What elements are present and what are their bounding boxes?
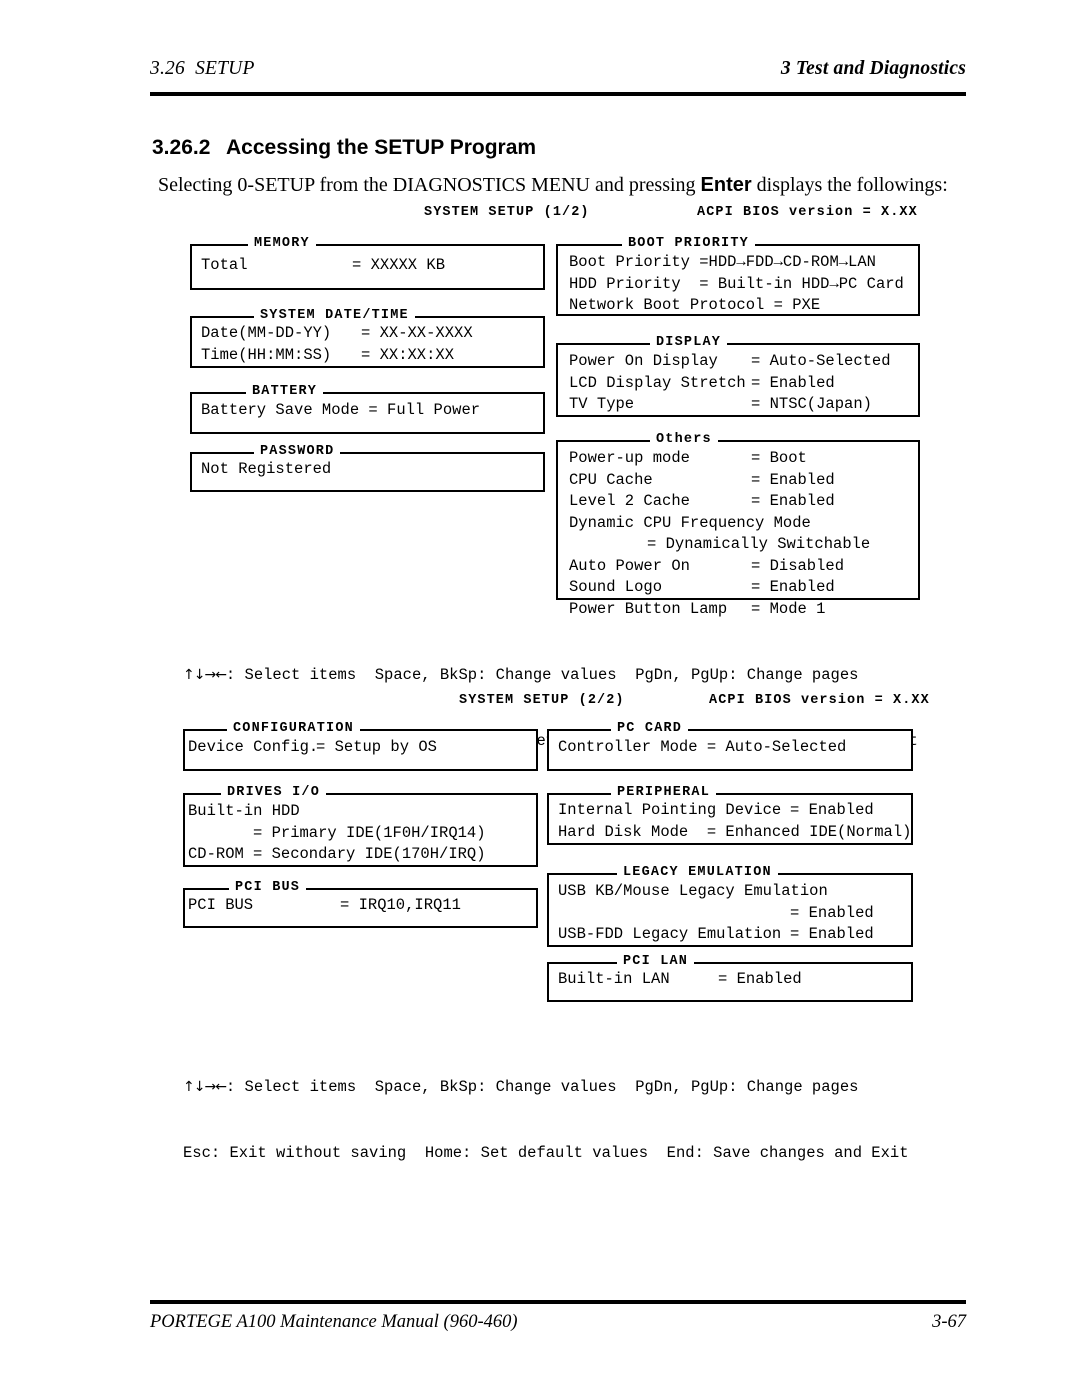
screen2-help-text: ↑↓→←: Select items Space, BkSp: Change v… [183,1032,909,1208]
panel-peripheral-rows: Internal Pointing Device = Enabled Hard D… [549,795,911,843]
setting-value: = Mode 1 [751,599,826,618]
setting-row: = Dynamically Switchable [569,534,918,556]
setting-key: Device Config. [188,738,319,756]
setting-value: = Enabled [790,801,874,819]
panel-pc-card-rows: Controller Mode = Auto-Selected [549,731,911,759]
panel-peripheral: PERIPHERAL Internal Pointing Device = Ena… [547,786,913,845]
setting-row: Power-up mode = Boot [569,448,918,470]
setting-key: CD-ROM [188,845,244,863]
help-line-1-text: : Select items Space, BkSp: Change value… [225,666,859,684]
setting-row: Dynamic CPU Frequency Mode [569,513,918,535]
setting-key: Internal Pointing Device [558,801,782,819]
setting-key: Level 2 Cache [569,492,690,510]
document-page: 3.26 SETUP 3 Test and Diagnostics 3.26.2… [0,0,1080,1397]
panel-drives-io: DRIVES I/O Built-in HDD = Primary IDE(1F… [183,786,538,867]
setting-value: = IRQ10,IRQ11 [340,896,461,914]
setting-row: = Enabled [558,903,911,925]
setting-key: CPU Cache [569,470,653,489]
setting-row: USB KB/Mouse Legacy Emulation [558,881,911,903]
panel-pci-bus-rows: PCI BUS = IRQ10,IRQ11 [185,890,536,917]
panel-configuration-rows: Device Config. = Setup by OS [185,731,536,759]
setting-row: PCI BUS = IRQ10,IRQ11 [188,895,536,917]
setting-value: = Disabled [751,556,845,575]
setting-row: Built-in LAN = Enabled [558,969,911,991]
panel-password-rows: Not Registered [192,454,543,481]
panel-others: Others Power-up mode = Boot CPU Cache = En… [556,433,920,618]
panel-configuration: CONFIGURATION Device Config. = Setup by O… [183,722,538,771]
panel-password: PASSWORD Not Registered [190,445,545,492]
footer-manual-title: PORTEGE A100 Maintenance Manual (960-460… [150,1312,518,1332]
setting-row: Hard Disk Mode = Enhanced IDE(Normal) [558,822,911,844]
setting-value: = Enabled [751,578,835,596]
setting-value: = Enabled [751,470,835,489]
panel-pci-lan-rows: Built-in LAN = Enabled [549,964,911,991]
footer-rule [150,1300,966,1304]
arrow-keys-icon: ↑↓→← [183,1079,227,1095]
help-line-1: ↑↓→←: Select items Space, BkSp: Change v… [183,664,918,686]
setting-row: Level 2 Cache = Enabled [569,491,918,513]
setting-row: = Primary IDE(1F0H/IRQ14) [188,823,536,845]
system-setup-screen-2: SYSTEM SETUP (2/2) ACPI BIOS version = X… [0,0,1080,1162]
arrow-keys-icon: ↑↓→← [183,667,227,683]
panel-legacy-emulation: LEGACY EMULATION USB KB/Mouse Legacy Emu… [547,866,913,947]
panel-pc-card: PC CARD Controller Mode = Auto-Selected [547,722,913,771]
setting-value: = Enabled [790,903,874,922]
setting-value: = Enabled [790,925,874,943]
panel-pci-bus: PCI BUS PCI BUS = IRQ10,IRQ11 [183,881,538,928]
setting-row: Power Button Lamp = Mode 1 [569,599,918,621]
setting-key: Sound Logo [569,578,663,596]
setting-key: Not Registered [201,460,332,478]
panel-pci-lan: PCI LAN Built-in LAN = Enabled [547,955,913,1002]
setting-row: Not Registered [201,459,543,481]
setting-key: Power Button Lamp [569,599,728,618]
setting-key: USB-FDD Legacy Emulation [558,925,782,943]
setting-value: = Enabled [718,970,802,988]
setting-row: Device Config. = Setup by OS [188,737,536,759]
setting-key: Dynamic CPU Frequency Mode [569,513,811,532]
page-footer: PORTEGE A100 Maintenance Manual (960-460… [150,1312,966,1333]
setting-key: Auto Power On [569,556,690,575]
setting-value: = Enabled [751,492,835,510]
setting-key: Built-in HDD [188,802,300,820]
setting-row: Sound Logo = Enabled [569,577,918,599]
setting-key: Hard Disk Mode = Enhanced IDE(Normal) [558,822,912,841]
setting-row: Auto Power On = Disabled [569,556,918,578]
setting-row: CPU Cache = Enabled [569,470,918,492]
setting-row: Controller Mode = Auto-Selected [558,737,911,759]
setting-row: USB-FDD Legacy Emulation = Enabled [558,924,911,946]
setting-value: = Primary IDE(1F0H/IRQ14) [253,823,486,842]
setting-key [188,823,253,845]
setting-value: = Secondary IDE(170H/IRQ) [253,845,486,863]
setting-key [569,534,647,556]
setting-value: = Setup by OS [316,738,437,756]
screen2-title-left: SYSTEM SETUP (2/2) [459,693,625,708]
panel-drives-io-rows: Built-in HDD = Primary IDE(1F0H/IRQ14) C… [185,795,536,866]
help-line-2: Esc: Exit without saving Home: Set defau… [183,1144,909,1162]
setting-key: USB KB/Mouse Legacy Emulation [558,882,828,900]
setting-row: Internal Pointing Device = Enabled [558,800,911,822]
help-line-1-text: : Select items Space, BkSp: Change value… [225,1078,859,1096]
screen2-title-right: ACPI BIOS version = X.XX [709,693,930,708]
setting-key: Built-in LAN [558,970,670,988]
setting-row: CD-ROM = Secondary IDE(170H/IRQ) [188,844,536,866]
setting-key: Controller Mode = Auto-Selected [558,738,847,756]
setting-value: = Dynamically Switchable [647,535,871,553]
panel-legacy-emulation-rows: USB KB/Mouse Legacy Emulation = Enabled … [549,875,911,946]
setting-key: PCI BUS [188,896,254,914]
footer-page-number: 3-67 [932,1312,966,1332]
setting-key: Power-up mode [569,449,690,467]
setting-row: Built-in HDD [188,801,536,823]
help-line-1: ↑↓→←: Select items Space, BkSp: Change v… [183,1076,909,1098]
setting-key [558,903,790,925]
panel-others-rows: Power-up mode = Boot CPU Cache = Enabled L… [558,442,918,620]
setting-value: = Boot [751,449,807,467]
